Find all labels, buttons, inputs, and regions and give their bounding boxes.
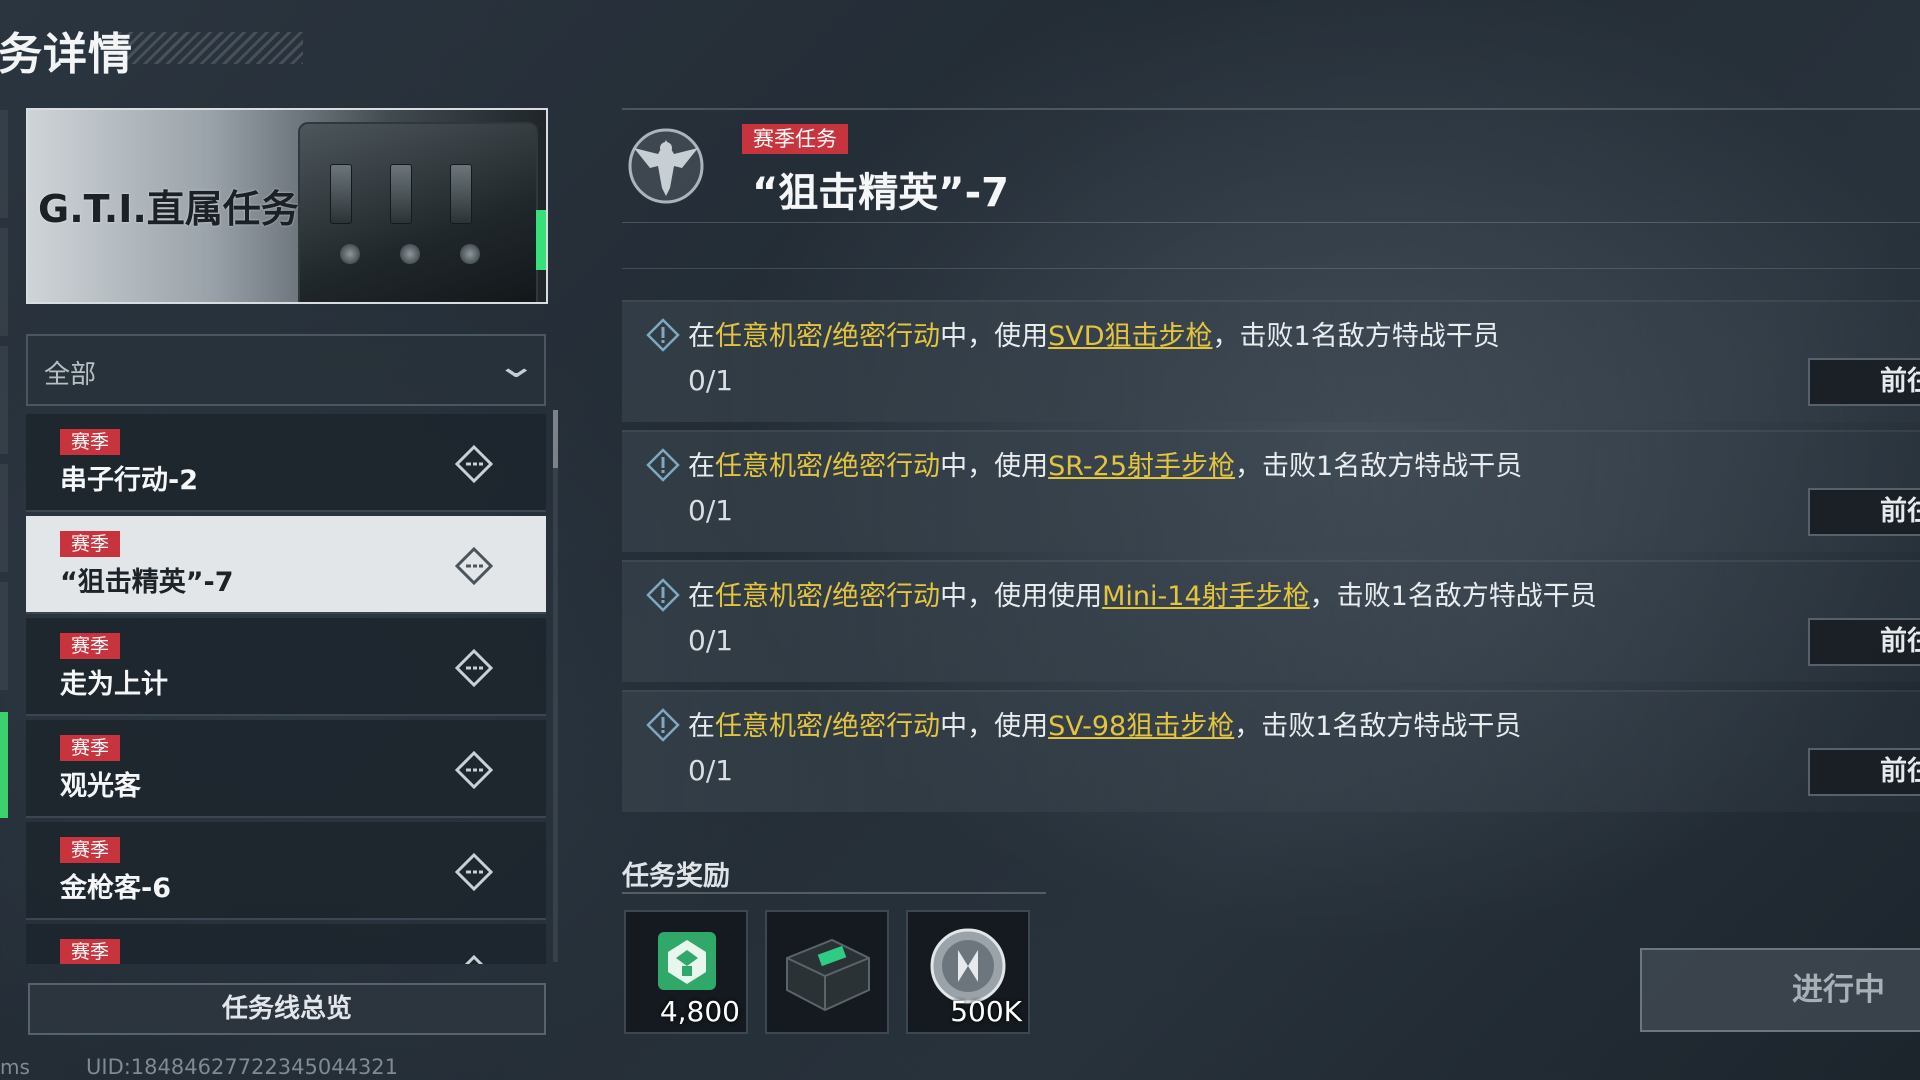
mission-list-item-selected[interactable]: 赛季 “狙击精英”-7 — [26, 516, 546, 614]
scrollbar-thumb[interactable] — [553, 410, 558, 468]
side-tab-active-indicator — [0, 712, 8, 818]
latency-label: ms — [0, 1055, 30, 1079]
go-button[interactable]: 前往 — [1808, 618, 1920, 666]
mission-status-button[interactable]: 进行中 — [1640, 948, 1920, 1032]
page-title: 务详情 — [0, 29, 133, 80]
title-decoration — [118, 32, 303, 64]
mission-list-item[interactable]: 赛季 — [26, 924, 546, 964]
filter-selected-value: 全部 — [44, 360, 97, 390]
objective-description: 在任意机密/绝密行动中，使用使用Mini-14射手步枪，击败1名敌方特战干员 — [688, 581, 1597, 612]
mission-name: 走为上计 — [60, 669, 168, 700]
season-badge: 赛季 — [60, 735, 120, 761]
mission-status-icon — [454, 546, 494, 586]
reward-count: 500K — [950, 995, 1022, 1028]
side-tab[interactable] — [0, 582, 8, 690]
objective-description: 在任意机密/绝密行动中，使用SV-98狙击步枪，击败1名敌方特战干员 — [688, 711, 1522, 742]
mission-title: “狙击精英”-7 — [752, 170, 1010, 216]
side-tab[interactable] — [0, 110, 8, 218]
mission-list-item[interactable]: 赛季 观光客 — [26, 720, 546, 818]
objective-progress: 0/1 — [688, 364, 734, 397]
go-button[interactable]: 前往 — [1808, 488, 1920, 536]
banner-title: G.T.I.直属任务 — [38, 187, 299, 231]
weapon-link[interactable]: SV-98狙击步枪 — [1048, 711, 1234, 742]
mission-name: 串子行动-2 — [60, 465, 198, 496]
divider — [622, 268, 1920, 269]
season-badge: 赛季 — [60, 837, 120, 863]
mission-line-overview-button[interactable]: 任务线总览 — [28, 983, 546, 1035]
mission-name: 观光客 — [60, 771, 141, 802]
mission-name: 金枪客-6 — [60, 873, 171, 904]
mission-category-banner[interactable]: G.T.I.直属任务 — [26, 108, 548, 304]
divider — [622, 222, 1920, 223]
season-badge: 赛季 — [60, 633, 120, 659]
objective-progress: 0/1 — [688, 754, 734, 787]
season-badge: 赛季 — [60, 429, 120, 455]
mission-list-scrollbar[interactable] — [553, 410, 558, 962]
side-tab[interactable] — [0, 228, 8, 336]
mission-name: “狙击精英”-7 — [60, 567, 234, 598]
divider — [622, 108, 1920, 110]
experience-card-icon — [658, 932, 716, 990]
season-mission-badge: 赛季任务 — [742, 124, 848, 154]
mission-list[interactable]: 赛季 串子行动-2 赛季 “狙击精英”-7 赛季 走为上计 赛季 观光客 赛季 … — [26, 414, 546, 964]
reward-item[interactable]: 500K — [906, 910, 1030, 1034]
objective-progress: 0/1 — [688, 624, 734, 657]
chevron-down-icon: ⌄ — [494, 346, 538, 386]
rewards-title: 任务奖励 — [622, 861, 730, 892]
objective-description: 在任意机密/绝密行动中，使用SVD狙击步枪，击败1名敌方特战干员 — [688, 321, 1500, 352]
mission-list-item[interactable]: 赛季 串子行动-2 — [26, 414, 546, 512]
weapon-link[interactable]: SVD狙击步枪 — [1048, 321, 1212, 352]
crate-light — [536, 210, 546, 270]
objective-alert-icon — [646, 318, 680, 352]
supply-case-icon — [786, 938, 870, 1012]
side-tab[interactable] — [0, 346, 8, 454]
supply-crate-image — [298, 122, 538, 302]
mission-list-item[interactable]: 赛季 金枪客-6 — [26, 822, 546, 920]
silver-coin-icon — [930, 928, 1006, 1004]
eagle-emblem-icon — [628, 128, 704, 204]
objective-progress: 0/1 — [688, 494, 734, 527]
go-button[interactable]: 前往 — [1808, 358, 1920, 406]
go-button[interactable]: 前往 — [1808, 748, 1920, 796]
weapon-link[interactable]: SR-25射手步枪 — [1048, 451, 1235, 482]
mission-list-item[interactable]: 赛季 走为上计 — [26, 618, 546, 716]
objective-alert-icon — [646, 448, 680, 482]
mission-status-icon — [454, 648, 494, 688]
reward-item[interactable]: 4,800 — [624, 910, 748, 1034]
objective-alert-icon — [646, 578, 680, 612]
mission-status-icon — [454, 852, 494, 892]
mission-status-icon — [464, 954, 484, 964]
mission-status-icon — [454, 444, 494, 484]
objective-row: 在任意机密/绝密行动中，使用SV-98狙击步枪，击败1名敌方特战干员 0/1 前… — [622, 690, 1920, 812]
objective-alert-icon — [646, 708, 680, 742]
objective-row: 在任意机密/绝密行动中，使用SR-25射手步枪，击败1名敌方特战干员 0/1 前… — [622, 430, 1920, 552]
objective-description: 在任意机密/绝密行动中，使用SR-25射手步枪，击败1名敌方特战干员 — [688, 451, 1523, 482]
user-id: UID:18484627722345044321 — [86, 1055, 399, 1079]
season-badge: 赛季 — [60, 939, 120, 964]
mission-filter-dropdown[interactable]: 全部 ⌄ — [26, 334, 546, 406]
weapon-link[interactable]: Mini-14射手步枪 — [1102, 581, 1310, 612]
objective-row: 在任意机密/绝密行动中，使用使用Mini-14射手步枪，击败1名敌方特战干员 0… — [622, 560, 1920, 682]
mission-status-icon — [454, 750, 494, 790]
season-badge: 赛季 — [60, 531, 120, 557]
objective-row: 在任意机密/绝密行动中，使用SVD狙击步枪，击败1名敌方特战干员 0/1 前往 — [622, 300, 1920, 422]
side-tab[interactable] — [0, 464, 8, 572]
reward-item[interactable] — [765, 910, 889, 1034]
divider — [622, 892, 1046, 894]
reward-count: 4,800 — [659, 995, 740, 1028]
